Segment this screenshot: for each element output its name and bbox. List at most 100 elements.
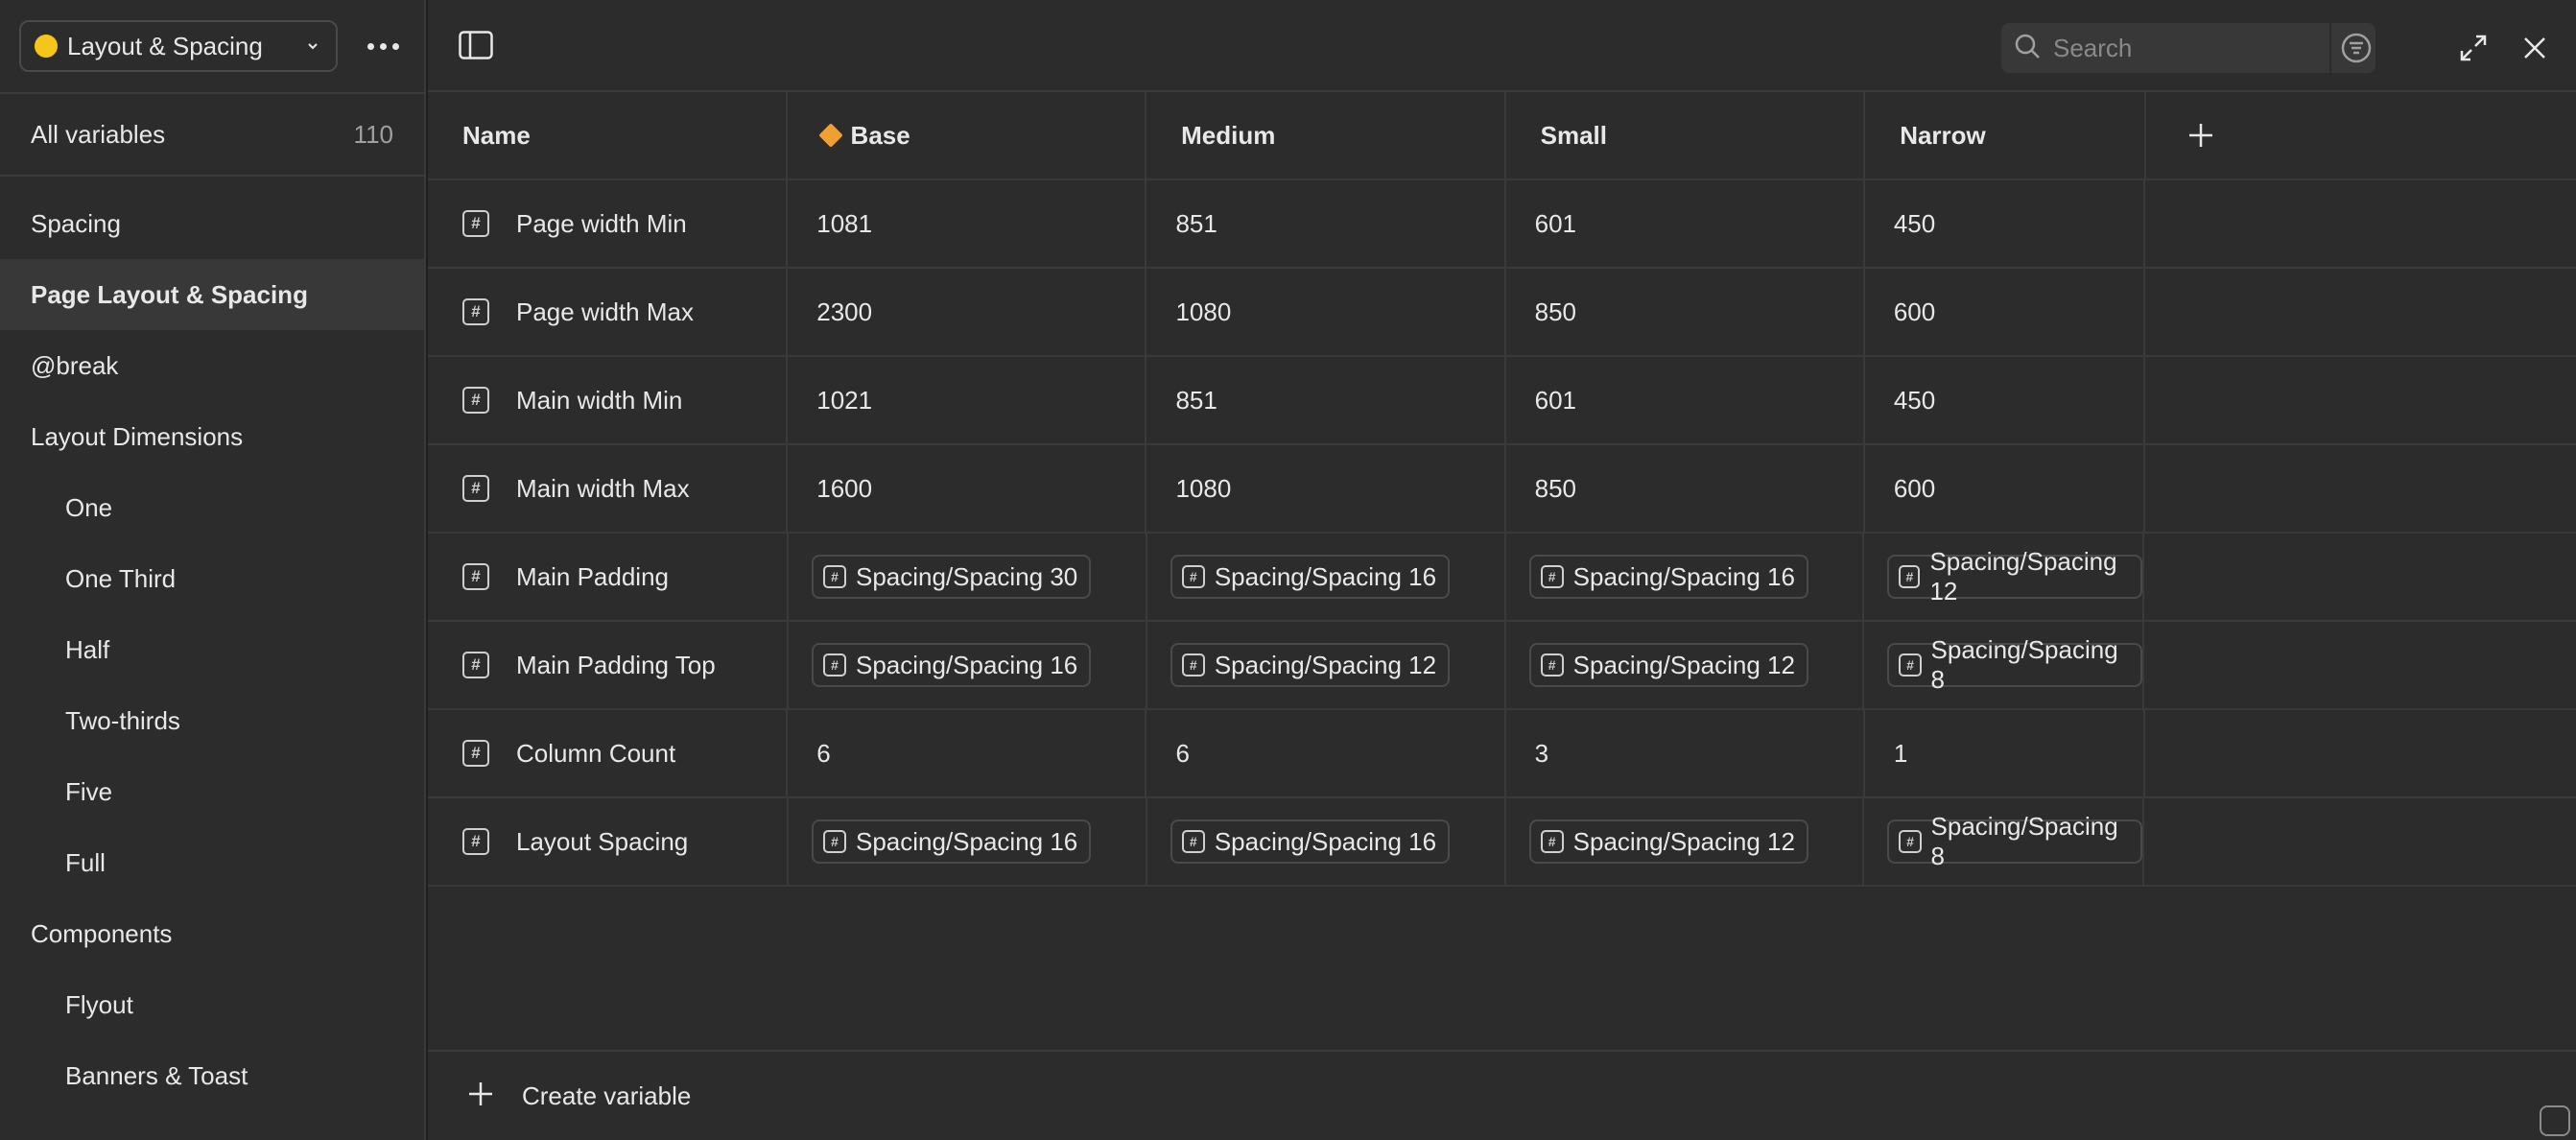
sidebar-item[interactable]: Two-thirds xyxy=(0,685,424,756)
value-cell-medium[interactable]: 1080 xyxy=(1146,269,1506,355)
value-cell-small[interactable]: 850 xyxy=(1506,445,1865,532)
column-header-name[interactable]: Name xyxy=(428,92,788,178)
column-header-label: Small xyxy=(1540,120,1608,150)
sidebar-item[interactable]: One xyxy=(0,472,424,543)
more-options-icon[interactable] xyxy=(361,24,405,68)
column-header-medium[interactable]: Medium xyxy=(1146,92,1506,178)
table-row[interactable]: # Main width Max 1600 1080 850 600 xyxy=(428,445,2576,534)
value-cell-base[interactable]: 6 xyxy=(788,710,1147,796)
alias-label: Spacing/Spacing 16 xyxy=(1214,826,1437,856)
all-variables-item[interactable]: All variables 110 xyxy=(0,94,424,177)
variable-name-cell[interactable]: # Main width Min xyxy=(428,357,789,443)
value-cell-narrow[interactable]: # Spacing/Spacing 12 xyxy=(1864,534,2145,620)
sidebar-item[interactable]: Half xyxy=(0,614,424,685)
alias-chip[interactable]: # Spacing/Spacing 16 xyxy=(811,819,1092,864)
table-row[interactable]: # Layout Spacing # Spacing/Spacing 16 # Spaci… xyxy=(428,798,2576,887)
add-mode-button[interactable] xyxy=(2146,92,2576,178)
expand-icon[interactable] xyxy=(2454,29,2493,67)
value-cell-small[interactable]: # Spacing/Spacing 16 xyxy=(1506,534,1865,620)
value-cell-base[interactable]: # Spacing/Spacing 16 xyxy=(789,798,1147,885)
alias-chip[interactable]: # Spacing/Spacing 12 xyxy=(1528,819,1808,864)
value-cell-base[interactable]: 2300 xyxy=(788,269,1147,355)
variable-name-cell[interactable]: # Column Count xyxy=(428,710,789,796)
value-cell-medium[interactable]: 1080 xyxy=(1146,445,1506,532)
value-cell-medium[interactable]: # Spacing/Spacing 16 xyxy=(1147,534,1506,620)
table-row[interactable]: # Main width Min 1021 851 601 450 xyxy=(428,357,2576,445)
alias-chip[interactable]: # Spacing/Spacing 16 xyxy=(1170,555,1451,599)
alias-label: Spacing/Spacing 16 xyxy=(855,826,1078,856)
value-cell-narrow[interactable]: # Spacing/Spacing 8 xyxy=(1864,622,2145,708)
variable-name-cell[interactable]: # Page width Max xyxy=(428,269,789,355)
alias-chip[interactable]: # Spacing/Spacing 12 xyxy=(1528,643,1808,687)
sidebar-item[interactable]: Layout Dimensions xyxy=(0,401,424,472)
column-header-label: Base xyxy=(850,120,910,150)
value-cell-small[interactable]: 601 xyxy=(1506,180,1865,267)
table-row[interactable]: # Column Count 6 6 3 1 xyxy=(428,710,2576,798)
value-cell-narrow[interactable]: 1 xyxy=(1865,710,2146,796)
sidebar-item[interactable]: Components xyxy=(0,898,424,969)
sidebar-item[interactable]: Spacing xyxy=(0,188,424,259)
value-cell-narrow[interactable]: 600 xyxy=(1865,269,2146,355)
variable-name-cell[interactable]: # Main Padding Top xyxy=(428,622,789,708)
alias-chip[interactable]: # Spacing/Spacing 30 xyxy=(811,555,1092,599)
sidebar-item[interactable]: One Third xyxy=(0,543,424,614)
table-row[interactable]: # Page width Min 1081 851 601 450 xyxy=(428,180,2576,269)
value-cell-medium[interactable]: 851 xyxy=(1146,357,1506,443)
column-header-small[interactable]: Small xyxy=(1506,92,1866,178)
value-cell-narrow[interactable]: 600 xyxy=(1865,445,2146,532)
resize-handle-icon[interactable] xyxy=(2540,1105,2570,1136)
value-cell-small[interactable]: 601 xyxy=(1506,357,1865,443)
variables-table: Name Base Medium Small Narrow # Page widt… xyxy=(428,92,2576,887)
value-cell-base[interactable]: 1600 xyxy=(788,445,1147,532)
variable-name-cell[interactable]: # Main width Max xyxy=(428,445,789,532)
alias-label: Spacing/Spacing 12 xyxy=(1214,650,1437,679)
variable-name-cell[interactable]: # Main Padding xyxy=(428,534,789,620)
alias-chip[interactable]: # Spacing/Spacing 8 xyxy=(1887,812,2143,870)
alias-chip[interactable]: # Spacing/Spacing 16 xyxy=(1170,819,1451,864)
value-cell-medium[interactable]: 6 xyxy=(1146,710,1506,796)
value-cell-base[interactable]: # Spacing/Spacing 30 xyxy=(789,534,1147,620)
alias-chip[interactable]: # Spacing/Spacing 16 xyxy=(811,643,1092,687)
value-cell-base[interactable]: 1021 xyxy=(788,357,1147,443)
value-cell-narrow[interactable]: 450 xyxy=(1865,357,2146,443)
value-cell-small[interactable]: # Spacing/Spacing 12 xyxy=(1506,622,1865,708)
value-cell-narrow[interactable]: 450 xyxy=(1865,180,2146,267)
variable-name-cell[interactable]: # Layout Spacing xyxy=(428,798,789,885)
value-cell-medium[interactable]: 851 xyxy=(1146,180,1506,267)
search-box[interactable] xyxy=(2001,23,2375,73)
toggle-sidebar-icon[interactable] xyxy=(457,26,495,64)
alias-chip[interactable]: # Spacing/Spacing 16 xyxy=(1528,555,1808,599)
empty-cell xyxy=(2145,269,2576,355)
sidebar-item[interactable]: @break xyxy=(0,330,424,401)
sidebar-item[interactable]: Page Layout & Spacing xyxy=(0,259,424,330)
value-cell-small[interactable]: # Spacing/Spacing 12 xyxy=(1506,798,1865,885)
close-icon[interactable] xyxy=(2516,29,2554,67)
filter-icon[interactable] xyxy=(2337,29,2375,67)
value-cell-base[interactable]: # Spacing/Spacing 16 xyxy=(789,622,1147,708)
collection-dropdown[interactable]: Layout & Spacing xyxy=(19,20,338,72)
empty-cell xyxy=(2145,357,2576,443)
sidebar-item[interactable]: Flyout xyxy=(0,969,424,1040)
sidebar-item[interactable]: Banners & Toast xyxy=(0,1040,424,1111)
table-row[interactable]: # Main Padding Top # Spacing/Spacing 16 # Spa… xyxy=(428,622,2576,710)
value-cell-base[interactable]: 1081 xyxy=(788,180,1147,267)
value-cell-medium[interactable]: # Spacing/Spacing 16 xyxy=(1147,798,1506,885)
alias-chip[interactable]: # Spacing/Spacing 12 xyxy=(1170,643,1451,687)
column-header-base[interactable]: Base xyxy=(788,92,1147,178)
value-cell-small[interactable]: 3 xyxy=(1506,710,1865,796)
value-cell-small[interactable]: 850 xyxy=(1506,269,1865,355)
alias-chip[interactable]: # Spacing/Spacing 12 xyxy=(1887,547,2143,606)
search-input[interactable] xyxy=(2053,33,2341,63)
value-cell-narrow[interactable]: # Spacing/Spacing 8 xyxy=(1864,798,2145,885)
table-row[interactable]: # Page width Max 2300 1080 850 600 xyxy=(428,269,2576,357)
sidebar-item[interactable]: Full xyxy=(0,827,424,898)
table-row[interactable]: # Main Padding # Spacing/Spacing 30 # Spacing… xyxy=(428,534,2576,622)
variable-name-cell[interactable]: # Page width Min xyxy=(428,180,789,267)
sidebar-item-label: Banners & Toast xyxy=(65,1060,248,1090)
alias-chip[interactable]: # Spacing/Spacing 8 xyxy=(1887,635,2143,694)
sidebar-item[interactable]: Five xyxy=(0,756,424,827)
variable-name: Main Padding xyxy=(516,561,669,591)
value-cell-medium[interactable]: # Spacing/Spacing 12 xyxy=(1147,622,1506,708)
column-header-narrow[interactable]: Narrow xyxy=(1865,92,2147,178)
create-variable-button[interactable]: Create variable xyxy=(428,1050,2576,1140)
